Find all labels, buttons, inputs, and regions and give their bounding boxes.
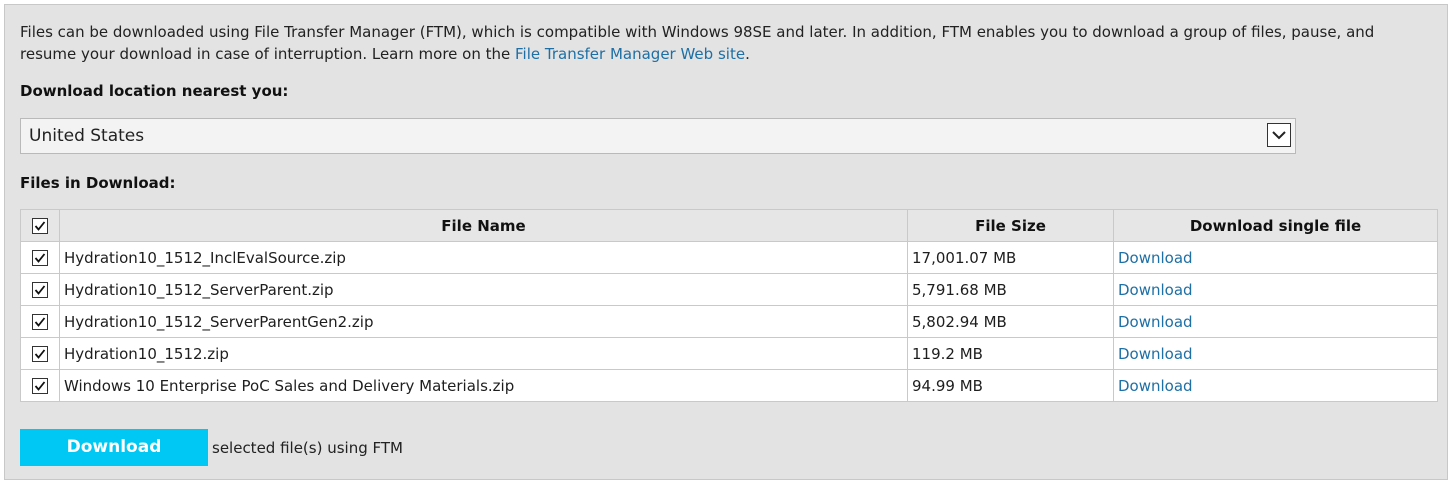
ftm-website-link[interactable]: File Transfer Manager Web site [515, 45, 745, 63]
download-link[interactable]: Download [1118, 345, 1193, 363]
row-checkbox[interactable] [32, 250, 48, 266]
row-checkbox[interactable] [32, 346, 48, 362]
table-row: Hydration10_1512_ServerParentGen2.zip 5,… [20, 305, 1438, 338]
table-row: Hydration10_1512_ServerParent.zip 5,791.… [20, 273, 1438, 306]
download-ftm-caption: selected file(s) using FTM [212, 439, 403, 457]
row-checkbox[interactable] [32, 378, 48, 394]
select-all-checkbox[interactable] [32, 218, 48, 234]
row-checkbox[interactable] [32, 282, 48, 298]
table-header-row: File Name File Size Download single file [20, 209, 1438, 242]
download-link[interactable]: Download [1118, 313, 1193, 331]
row-check-cell[interactable] [20, 273, 60, 306]
download-panel: Files can be downloaded using File Trans… [4, 4, 1448, 480]
location-select-value: United States [29, 126, 145, 146]
intro-paragraph: Files can be downloaded using File Trans… [20, 21, 1420, 65]
file-size: 5,802.94 MB [907, 305, 1114, 338]
header-download-single: Download single file [1113, 209, 1438, 242]
location-label: Download location nearest you: [20, 82, 289, 100]
download-cell: Download [1113, 337, 1438, 370]
file-size: 5,791.68 MB [907, 273, 1114, 306]
row-check-cell[interactable] [20, 241, 60, 274]
row-check-cell[interactable] [20, 337, 60, 370]
file-name: Hydration10_1512.zip [59, 337, 908, 370]
download-cell: Download [1113, 241, 1438, 274]
files-table: File Name File Size Download single file… [20, 209, 1438, 402]
file-name: Hydration10_1512_ServerParent.zip [59, 273, 908, 306]
file-size: 17,001.07 MB [907, 241, 1114, 274]
file-size: 119.2 MB [907, 337, 1114, 370]
row-check-cell[interactable] [20, 305, 60, 338]
table-row: Hydration10_1512.zip 119.2 MB Download [20, 337, 1438, 370]
header-file-name: File Name [59, 209, 908, 242]
download-ftm-button[interactable]: Download [20, 429, 208, 466]
download-cell: Download [1113, 305, 1438, 338]
file-name: Hydration10_1512_ServerParentGen2.zip [59, 305, 908, 338]
row-checkbox[interactable] [32, 314, 48, 330]
files-label: Files in Download: [20, 174, 176, 192]
download-cell: Download [1113, 273, 1438, 306]
download-link[interactable]: Download [1118, 377, 1193, 395]
file-size: 94.99 MB [907, 369, 1114, 402]
file-name: Windows 10 Enterprise PoC Sales and Deli… [59, 369, 908, 402]
chevron-down-icon[interactable] [1267, 123, 1291, 147]
download-link[interactable]: Download [1118, 281, 1193, 299]
file-name: Hydration10_1512_InclEvalSource.zip [59, 241, 908, 274]
header-file-size: File Size [907, 209, 1114, 242]
table-row: Windows 10 Enterprise PoC Sales and Deli… [20, 369, 1438, 402]
intro-text-end: . [745, 45, 750, 63]
download-link[interactable]: Download [1118, 249, 1193, 267]
select-all-cell[interactable] [20, 209, 60, 242]
table-row: Hydration10_1512_InclEvalSource.zip 17,0… [20, 241, 1438, 274]
download-cell: Download [1113, 369, 1438, 402]
row-check-cell[interactable] [20, 369, 60, 402]
location-select[interactable]: United States [20, 118, 1296, 154]
